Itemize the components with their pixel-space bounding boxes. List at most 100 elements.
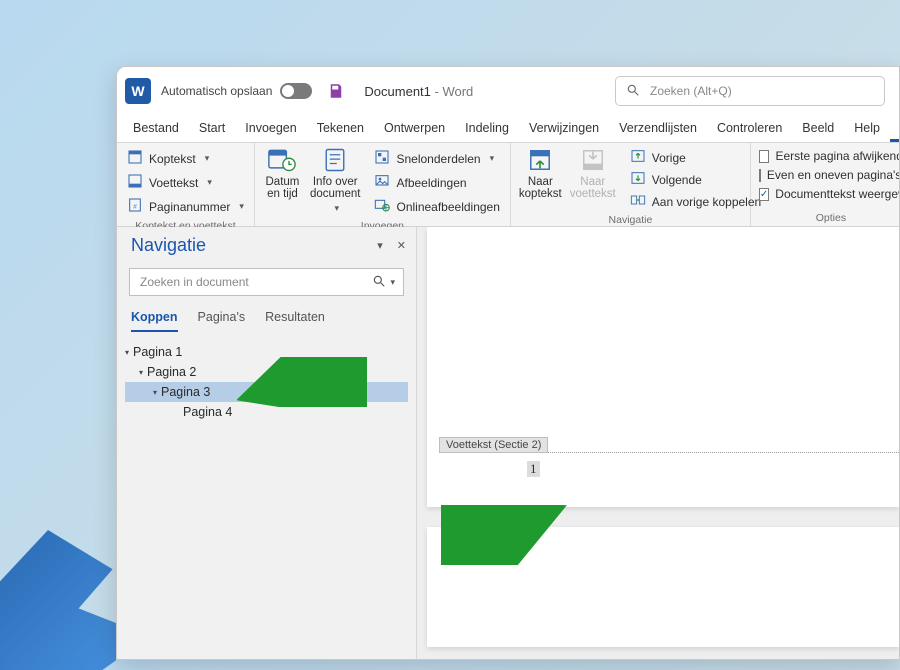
tree-item-pagina-1[interactable]: Pagina 1 <box>125 342 408 362</box>
ribbon-group-koptekst-en-voettekst: Koptekst Voettekst # Paginanummer Koptek… <box>117 143 255 226</box>
even-oneven-checkbox[interactable]: Even en oneven pagina's vers <box>759 166 900 184</box>
eerste-pagina-afwijkend-checkbox[interactable]: Eerste pagina afwijkend <box>759 147 900 165</box>
navigation-tab-strip: Koppen Pagina's Resultaten <box>117 304 416 332</box>
datum-en-tijd-label: Datum en tijd <box>263 176 302 200</box>
aan-vorige-koppelen-button[interactable]: Aan vorige koppelen <box>628 191 763 212</box>
ribbon: Koptekst Voettekst # Paginanummer Koptek… <box>117 143 899 227</box>
page-number-icon: # <box>127 197 143 216</box>
afbeeldingen-button[interactable]: Afbeeldingen <box>372 171 501 194</box>
datum-en-tijd-button[interactable]: Datum en tijd <box>263 147 302 200</box>
tree-item-pagina-3[interactable]: Pagina 3 <box>125 382 408 402</box>
aan-vorige-koppelen-label: Aan vorige koppelen <box>652 195 761 209</box>
volgende-label: Volgende <box>652 173 702 187</box>
ribbon-tab-strip: Bestand Start Invoegen Tekenen Ontwerpen… <box>117 115 899 143</box>
navigation-pane: Navigatie ▾ ✕ ▾ Koppen Pagina's Resultat… <box>117 227 417 659</box>
tree-item-label: Pagina 1 <box>133 345 182 359</box>
tab-verzendlijsten[interactable]: Verzendlijsten <box>609 116 707 142</box>
navigation-header: Navigatie ▾ ✕ <box>117 227 416 260</box>
search-dropdown-icon[interactable]: ▾ <box>390 277 395 288</box>
tab-tekenen[interactable]: Tekenen <box>307 116 374 142</box>
page-number-field[interactable]: 1 <box>527 461 540 477</box>
app-suffix: - Word <box>431 84 473 99</box>
tree-item-label: Pagina 2 <box>147 365 196 379</box>
collapse-icon[interactable] <box>139 365 143 379</box>
navigation-tree: Pagina 1 Pagina 2 Pagina 3 Pagina 4 <box>117 332 416 432</box>
navigation-search[interactable]: ▾ <box>129 268 404 296</box>
info-over-document-label: Info over document <box>310 176 361 200</box>
tab-invoegen[interactable]: Invoegen <box>235 116 306 142</box>
nav-tab-paginas[interactable]: Pagina's <box>198 310 246 332</box>
pane-menu-icon[interactable]: ▾ <box>377 239 383 252</box>
tab-kop-en-voettekst[interactable]: Kop- en voett <box>890 116 900 142</box>
svg-text:#: # <box>133 203 137 210</box>
document-name: Document1 <box>364 84 430 99</box>
naar-voettekst-label: Naar voettekst <box>570 176 616 200</box>
go-to-footer-icon <box>579 147 607 173</box>
autosave-toggle-group[interactable]: Automatisch opslaan <box>161 83 312 99</box>
checked-box-icon: ✓ <box>759 188 769 201</box>
ribbon-group-title-4: Opties <box>759 210 900 224</box>
tab-start[interactable]: Start <box>189 116 235 142</box>
vorige-label: Vorige <box>652 151 686 165</box>
tab-beeld[interactable]: Beeld <box>792 116 844 142</box>
search-input[interactable] <box>648 83 874 99</box>
tab-ontwerpen[interactable]: Ontwerpen <box>374 116 455 142</box>
tree-item-pagina-2[interactable]: Pagina 2 <box>125 362 408 382</box>
tree-item-label: Pagina 4 <box>183 405 232 419</box>
ribbon-group-navigatie: Naar koptekst Naar voettekst Vorige Volg… <box>511 143 751 226</box>
afbeeldingen-label: Afbeeldingen <box>396 176 466 190</box>
unchecked-box-icon <box>759 169 761 182</box>
search-icon <box>372 274 386 291</box>
tab-verwijzingen[interactable]: Verwijzingen <box>519 116 609 142</box>
footer-section-tag: Voettekst (Sectie 2) <box>439 437 548 453</box>
collapse-icon[interactable] <box>153 385 157 399</box>
onlineafbeeldingen-button[interactable]: Onlineafbeeldingen <box>372 195 501 218</box>
search-box[interactable] <box>615 76 885 106</box>
paginanummer-label: Paginanummer <box>149 200 230 214</box>
tree-item-label: Pagina 3 <box>161 385 210 399</box>
tab-controleren[interactable]: Controleren <box>707 116 792 142</box>
vorige-button[interactable]: Vorige <box>628 147 763 168</box>
naar-koptekst-label: Naar koptekst <box>519 176 562 200</box>
document-canvas[interactable]: Voettekst (Sectie 2) 1 <box>417 227 899 659</box>
document-info-icon <box>321 147 349 173</box>
document-title: Document1 - Word <box>364 84 473 99</box>
tree-item-pagina-4[interactable]: Pagina 4 <box>125 402 408 422</box>
voettekst-button[interactable]: Voettekst <box>125 171 246 194</box>
link-to-previous-icon <box>630 193 646 210</box>
online-image-icon <box>374 197 390 216</box>
ribbon-group-title-3: Navigatie <box>519 212 742 226</box>
volgende-button[interactable]: Volgende <box>628 169 763 190</box>
navigation-title: Navigatie <box>131 235 206 256</box>
document-page[interactable] <box>427 527 899 647</box>
snelonderdelen-button[interactable]: Snelonderdelen <box>372 147 501 170</box>
tab-indeling[interactable]: Indeling <box>455 116 519 142</box>
ribbon-group-opties: Eerste pagina afwijkend Even en oneven p… <box>751 143 900 226</box>
documenttekst-weergeven-label: Documenttekst weergeven <box>775 187 900 201</box>
footer-icon <box>127 173 143 192</box>
document-page[interactable]: Voettekst (Sectie 2) 1 <box>427 227 899 507</box>
word-app-icon: W <box>125 78 151 104</box>
naar-koptekst-button[interactable]: Naar koptekst <box>519 147 562 200</box>
navigation-search-input[interactable] <box>138 274 372 290</box>
tab-help[interactable]: Help <box>844 116 890 142</box>
koptekst-button[interactable]: Koptekst <box>125 147 246 170</box>
voettekst-label: Voettekst <box>149 176 198 190</box>
title-bar: W Automatisch opslaan Document1 - Word <box>117 67 899 115</box>
paginanummer-button[interactable]: # Paginanummer <box>125 195 246 218</box>
tab-bestand[interactable]: Bestand <box>123 116 189 142</box>
collapse-icon[interactable] <box>125 345 129 359</box>
pane-close-icon[interactable]: ✕ <box>397 239 406 252</box>
main-area: Navigatie ▾ ✕ ▾ Koppen Pagina's Resultat… <box>117 227 899 659</box>
snelonderdelen-label: Snelonderdelen <box>396 152 480 166</box>
nav-tab-koppen[interactable]: Koppen <box>131 310 178 332</box>
nav-tab-resultaten[interactable]: Resultaten <box>265 310 325 332</box>
unchecked-box-icon <box>759 150 770 163</box>
naar-voettekst-button: Naar voettekst <box>570 147 616 200</box>
documenttekst-weergeven-checkbox[interactable]: ✓ Documenttekst weergeven <box>759 185 900 203</box>
info-over-document-button[interactable]: Info over document <box>310 147 361 214</box>
image-icon <box>374 173 390 192</box>
even-oneven-label: Even en oneven pagina's vers <box>767 168 900 182</box>
save-icon[interactable] <box>326 81 346 101</box>
autosave-toggle[interactable] <box>280 83 312 99</box>
